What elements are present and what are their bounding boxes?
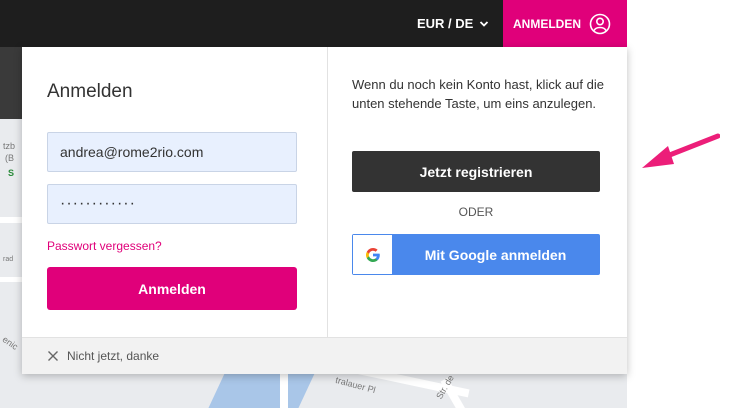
- email-field[interactable]: [47, 132, 297, 172]
- panel-divider: [327, 47, 328, 337]
- user-circle-icon: [589, 13, 611, 34]
- dismiss-footer[interactable]: Nicht jetzt, danke: [22, 337, 627, 374]
- google-g-icon: [365, 247, 380, 262]
- currency-label: EUR / DE: [417, 16, 474, 31]
- login-panel: Anmelden Passwort vergessen? Anmelden: [22, 47, 327, 337]
- map-road: [0, 217, 22, 223]
- login-title: Anmelden: [47, 81, 133, 102]
- map-water: [205, 374, 315, 408]
- login-submit-button[interactable]: Anmelden: [47, 267, 297, 310]
- close-icon: [48, 351, 58, 361]
- map-label: rad: [3, 256, 14, 263]
- map-label: tzb: [3, 141, 16, 151]
- google-login-label: Mit Google anmelden: [424, 246, 567, 263]
- google-icon-box: [353, 235, 392, 274]
- or-separator: ODER: [458, 205, 494, 219]
- google-login-button[interactable]: Mit Google anmelden: [352, 234, 600, 275]
- login-popup: Anmelden Passwort vergessen? Anmelden We…: [22, 47, 627, 374]
- map-dark-strip: [0, 47, 22, 119]
- map-label: S: [8, 168, 15, 178]
- map-label: (B: [5, 153, 14, 163]
- dismiss-label: Nicht jetzt, danke: [67, 349, 160, 363]
- login-tab[interactable]: ANMELDEN: [503, 0, 627, 47]
- login-tab-label: ANMELDEN: [513, 16, 581, 31]
- map-road: [0, 277, 22, 282]
- currency-selector[interactable]: EUR / DE: [417, 0, 489, 47]
- chevron-down-icon: [480, 20, 489, 27]
- page-margin: [627, 0, 733, 408]
- pink-arrow-icon: [642, 133, 720, 168]
- map-road: [280, 374, 288, 408]
- forgot-password-link[interactable]: Passwort vergessen?: [47, 239, 162, 253]
- register-button[interactable]: Jetzt registrieren: [352, 151, 600, 192]
- password-field[interactable]: [47, 184, 297, 224]
- register-info-text: Wenn du noch kein Konto hast, klick auf …: [352, 77, 604, 111]
